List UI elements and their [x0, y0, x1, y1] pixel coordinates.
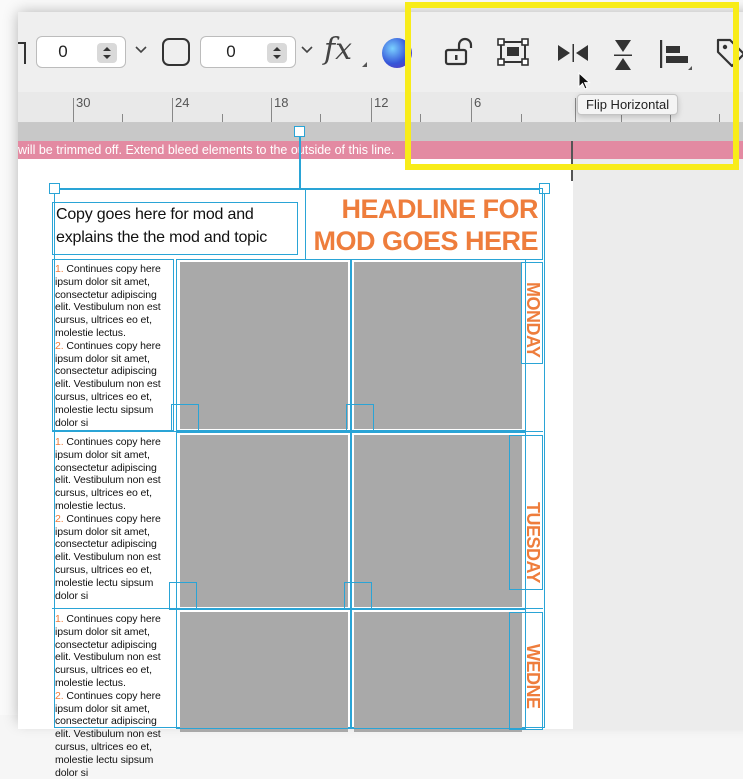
value-field-1[interactable]: 0 — [36, 36, 126, 68]
image-frame[interactable] — [351, 609, 526, 729]
image-frame[interactable] — [176, 259, 351, 431]
stepper-icon[interactable] — [267, 43, 287, 63]
day-label-monday: MONDAY — [523, 282, 543, 358]
bleed-warning-text: will be trimmed off. Extend bleed elemen… — [18, 143, 395, 157]
anchor-box[interactable] — [344, 582, 372, 610]
ruler-label: 30 — [76, 95, 91, 110]
ruler-tick — [172, 98, 173, 122]
intro-copy-text: Copy goes here for mod and explains the … — [56, 206, 268, 246]
ruler-label: 12 — [374, 95, 389, 110]
ruler-label: 24 — [175, 95, 190, 110]
headline-line-1: HEADLINE FOR — [341, 194, 539, 224]
ruler-tick — [73, 98, 74, 122]
column-text: 1. Continues copy here ipsum dolor sit a… — [55, 613, 161, 779]
chevron-down-icon[interactable] — [134, 42, 148, 60]
chevron-down-icon[interactable] — [300, 42, 314, 60]
value-field-1-text: 0 — [58, 42, 68, 61]
rotation-line — [299, 137, 301, 188]
tooltip-text: Flip Horizontal — [586, 97, 670, 112]
anchor-box[interactable] — [171, 404, 199, 432]
value-field-2[interactable]: 0 — [200, 36, 296, 68]
ruler-tick — [371, 98, 372, 122]
highlight-annotation-box — [405, 2, 739, 170]
headline-line-2: MOD GOES HERE — [313, 226, 538, 256]
column-text: 1. Continues copy here ipsum dolor sit a… — [55, 263, 161, 429]
fx-dropdown-corner-icon — [362, 62, 367, 67]
anchor-box[interactable] — [346, 404, 374, 432]
rounded-square-icon[interactable] — [162, 38, 190, 66]
day-label-tuesday: TUESDAY — [523, 502, 543, 583]
column-text: 1. Continues copy here ipsum dolor sit a… — [55, 436, 161, 602]
value-field-2-text: 0 — [226, 42, 236, 61]
ruler-tick — [320, 114, 321, 122]
resize-handle-top-left[interactable] — [49, 183, 60, 194]
image-frame[interactable] — [351, 432, 526, 609]
image-frame[interactable] — [351, 259, 526, 431]
ruler-tick — [222, 114, 223, 122]
stepper-icon[interactable] — [97, 43, 117, 63]
corner-bracket-icon — [18, 42, 26, 64]
ruler-tick — [122, 114, 123, 122]
image-frame[interactable] — [176, 432, 351, 609]
image-frame[interactable] — [176, 609, 351, 729]
anchor-box[interactable] — [169, 582, 197, 610]
fx-icon[interactable]: fx — [324, 32, 352, 67]
flip-horizontal-tooltip: Flip Horizontal — [577, 94, 679, 115]
ruler-tick — [271, 98, 272, 122]
rotation-handle[interactable] — [294, 126, 305, 137]
day-label-wednesday: WEDNE — [523, 644, 543, 709]
ruler-label: 18 — [274, 95, 289, 110]
pasteboard-right — [573, 159, 743, 729]
